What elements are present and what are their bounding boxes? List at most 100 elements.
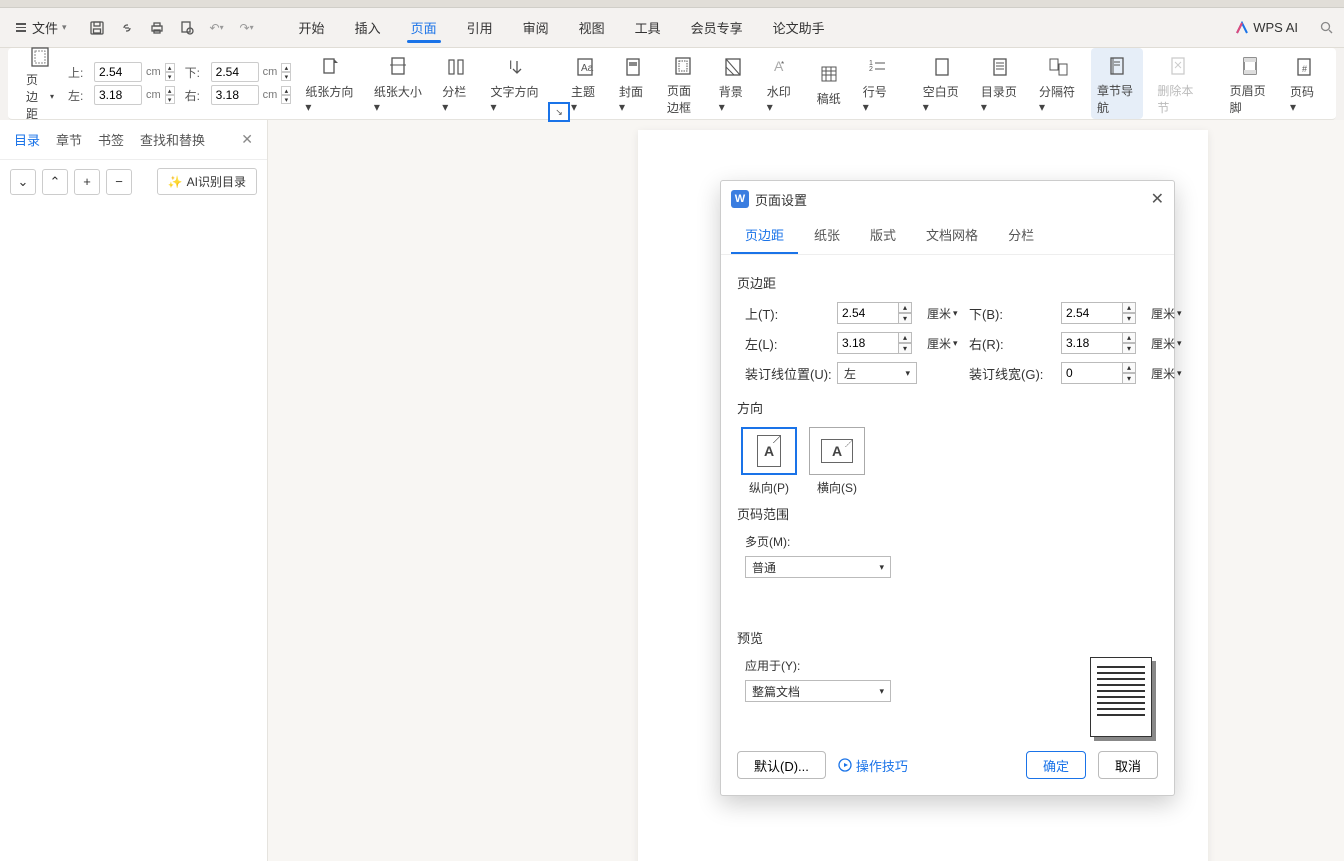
papersize-button[interactable]: 纸张大小 ▾ bbox=[368, 48, 428, 119]
columns-button[interactable]: 分栏 ▾ bbox=[436, 48, 476, 119]
tab-start[interactable]: 开始 bbox=[285, 12, 339, 43]
border-button[interactable]: 页面边框 bbox=[661, 48, 705, 119]
textdir-icon: I bbox=[501, 53, 529, 81]
dlg-tab-margins[interactable]: 页边距 bbox=[731, 217, 798, 254]
ribbon-right-input[interactable] bbox=[211, 85, 259, 105]
input-gutterw[interactable] bbox=[1061, 362, 1123, 384]
ribbon-top-input[interactable] bbox=[94, 62, 142, 82]
pgnum-icon: # bbox=[1290, 53, 1318, 81]
redo-icon[interactable]: ↷ ▾ bbox=[237, 18, 257, 38]
unit-dropdown[interactable]: ▾ bbox=[1177, 338, 1182, 349]
input-bottom[interactable] bbox=[1061, 302, 1123, 324]
chapternav-button[interactable]: 章节导航 bbox=[1091, 48, 1143, 119]
input-left[interactable] bbox=[837, 332, 899, 354]
spin-up[interactable]: ▴ bbox=[281, 86, 291, 95]
spin-down[interactable]: ▾ bbox=[165, 72, 175, 81]
cancel-button[interactable]: 取消 bbox=[1098, 751, 1158, 779]
sp-tab-chapter[interactable]: 章节 bbox=[56, 130, 82, 149]
dlg-tab-paper[interactable]: 纸张 bbox=[800, 217, 854, 254]
dialog-title-bar[interactable]: W 页面设置 ✕ bbox=[721, 181, 1174, 217]
unit-dropdown[interactable]: ▾ bbox=[1177, 368, 1182, 379]
orientation-button[interactable]: 纸张方向 ▾ bbox=[299, 48, 359, 119]
textdirection-button[interactable]: I文字方向 ▾ bbox=[484, 48, 544, 119]
sp-tab-bookmark[interactable]: 书签 bbox=[98, 130, 124, 149]
spin-down[interactable]: ▾ bbox=[281, 95, 291, 104]
dialog-launcher[interactable]: ↘ bbox=[548, 102, 570, 122]
tab-view[interactable]: 视图 bbox=[565, 12, 619, 43]
pagenumber-button[interactable]: #页码 ▾ bbox=[1284, 48, 1324, 119]
tab-reference[interactable]: 引用 bbox=[453, 12, 507, 43]
spin-up[interactable]: ▴ bbox=[899, 332, 912, 343]
print-icon[interactable] bbox=[147, 18, 167, 38]
multipage-select[interactable]: 普通▾ bbox=[745, 556, 891, 578]
sp-tab-toc[interactable]: 目录 bbox=[14, 130, 40, 149]
tips-link[interactable]: 操作技巧 bbox=[838, 756, 908, 775]
linenumber-button[interactable]: 12行号 ▾ bbox=[857, 48, 897, 119]
unit-dropdown[interactable]: ▾ bbox=[953, 338, 958, 349]
wps-ai-button[interactable]: WPS AI bbox=[1227, 20, 1306, 35]
spin-up[interactable]: ▴ bbox=[165, 86, 175, 95]
spin-down[interactable]: ▾ bbox=[165, 95, 175, 104]
unit-dropdown[interactable]: ▾ bbox=[953, 308, 958, 319]
margins-button[interactable]: 页边距▾ bbox=[20, 48, 60, 119]
ribbon-left-input[interactable] bbox=[94, 85, 142, 105]
blankpage-button[interactable]: 空白页 ▾ bbox=[917, 48, 967, 119]
tab-page[interactable]: 页面 bbox=[397, 12, 451, 43]
orientation-portrait[interactable]: A 纵向(P) bbox=[741, 427, 797, 496]
spin-down[interactable]: ▾ bbox=[281, 72, 291, 81]
manuscript-button[interactable]: 稿纸 bbox=[809, 48, 849, 119]
input-right[interactable] bbox=[1061, 332, 1123, 354]
dlg-tab-grid[interactable]: 文档网格 bbox=[912, 217, 992, 254]
headerfooter-button[interactable]: 页眉页脚 bbox=[1224, 48, 1276, 119]
gutterpos-combo[interactable]: 左▾ bbox=[837, 362, 917, 384]
close-icon[interactable]: ✕ bbox=[1151, 189, 1164, 209]
spin-up[interactable]: ▴ bbox=[1123, 332, 1136, 343]
dlg-tab-layout[interactable]: 版式 bbox=[856, 217, 910, 254]
link-icon[interactable] bbox=[117, 18, 137, 38]
default-button[interactable]: 默认(D)... bbox=[737, 751, 826, 779]
ribbon-bottom-input[interactable] bbox=[211, 62, 259, 82]
separator-button[interactable]: 分隔符 ▾ bbox=[1033, 48, 1083, 119]
file-menu-button[interactable]: 文件 ▾ bbox=[8, 14, 75, 41]
tab-paper[interactable]: 论文助手 bbox=[759, 12, 839, 43]
tab-tools[interactable]: 工具 bbox=[621, 12, 675, 43]
tocpage-button[interactable]: 目录页 ▾ bbox=[975, 48, 1025, 119]
save-icon[interactable] bbox=[87, 18, 107, 38]
ai-toc-button[interactable]: ✨ AI识别目录 bbox=[157, 168, 257, 195]
spin-up[interactable]: ▴ bbox=[1123, 362, 1136, 373]
collapse-up-button[interactable]: ⌃ bbox=[42, 169, 68, 195]
theme-button[interactable]: Aa主题 ▾ bbox=[565, 48, 605, 119]
undo-icon[interactable]: ↶ ▾ bbox=[207, 18, 227, 38]
unit-dropdown[interactable]: ▾ bbox=[1177, 308, 1182, 319]
applyto-select[interactable]: 整篇文档▾ bbox=[745, 680, 891, 702]
remove-button[interactable]: − bbox=[106, 169, 132, 195]
close-icon[interactable]: ✕ bbox=[241, 131, 253, 148]
ok-button[interactable]: 确定 bbox=[1026, 751, 1086, 779]
ribbon: 页边距▾ 上: cm ▴▾ 下: cm ▴▾ 左: cm ▴▾ 右: cm bbox=[8, 48, 1336, 120]
spin-down[interactable]: ▾ bbox=[1123, 373, 1136, 384]
tab-member[interactable]: 会员专享 bbox=[677, 12, 757, 43]
spin-down[interactable]: ▾ bbox=[899, 343, 912, 354]
spin-down[interactable]: ▾ bbox=[1123, 313, 1136, 324]
spin-up[interactable]: ▴ bbox=[1123, 302, 1136, 313]
tab-insert[interactable]: 插入 bbox=[341, 12, 395, 43]
spin-up[interactable]: ▴ bbox=[281, 63, 291, 72]
spin-down[interactable]: ▾ bbox=[1123, 343, 1136, 354]
tab-review[interactable]: 审阅 bbox=[509, 12, 563, 43]
watermark-button[interactable]: A*水印 ▾ bbox=[761, 48, 801, 119]
orientation-landscape[interactable]: A 横向(S) bbox=[809, 427, 865, 496]
background-button[interactable]: 背景 ▾ bbox=[713, 48, 753, 119]
theme-icon: Aa bbox=[571, 53, 599, 81]
add-button[interactable]: + bbox=[74, 169, 100, 195]
dlg-tab-columns[interactable]: 分栏 bbox=[994, 217, 1048, 254]
search-icon[interactable] bbox=[1316, 18, 1336, 38]
expand-down-button[interactable]: ⌄ bbox=[10, 169, 36, 195]
input-top[interactable] bbox=[837, 302, 899, 324]
spin-down[interactable]: ▾ bbox=[899, 313, 912, 324]
cover-button[interactable]: 封面 ▾ bbox=[613, 48, 653, 119]
lbl-left: 左(L): bbox=[745, 334, 837, 353]
spin-up[interactable]: ▴ bbox=[165, 63, 175, 72]
print-preview-icon[interactable] bbox=[177, 18, 197, 38]
sp-tab-find[interactable]: 查找和替换 bbox=[140, 130, 205, 149]
spin-up[interactable]: ▴ bbox=[899, 302, 912, 313]
